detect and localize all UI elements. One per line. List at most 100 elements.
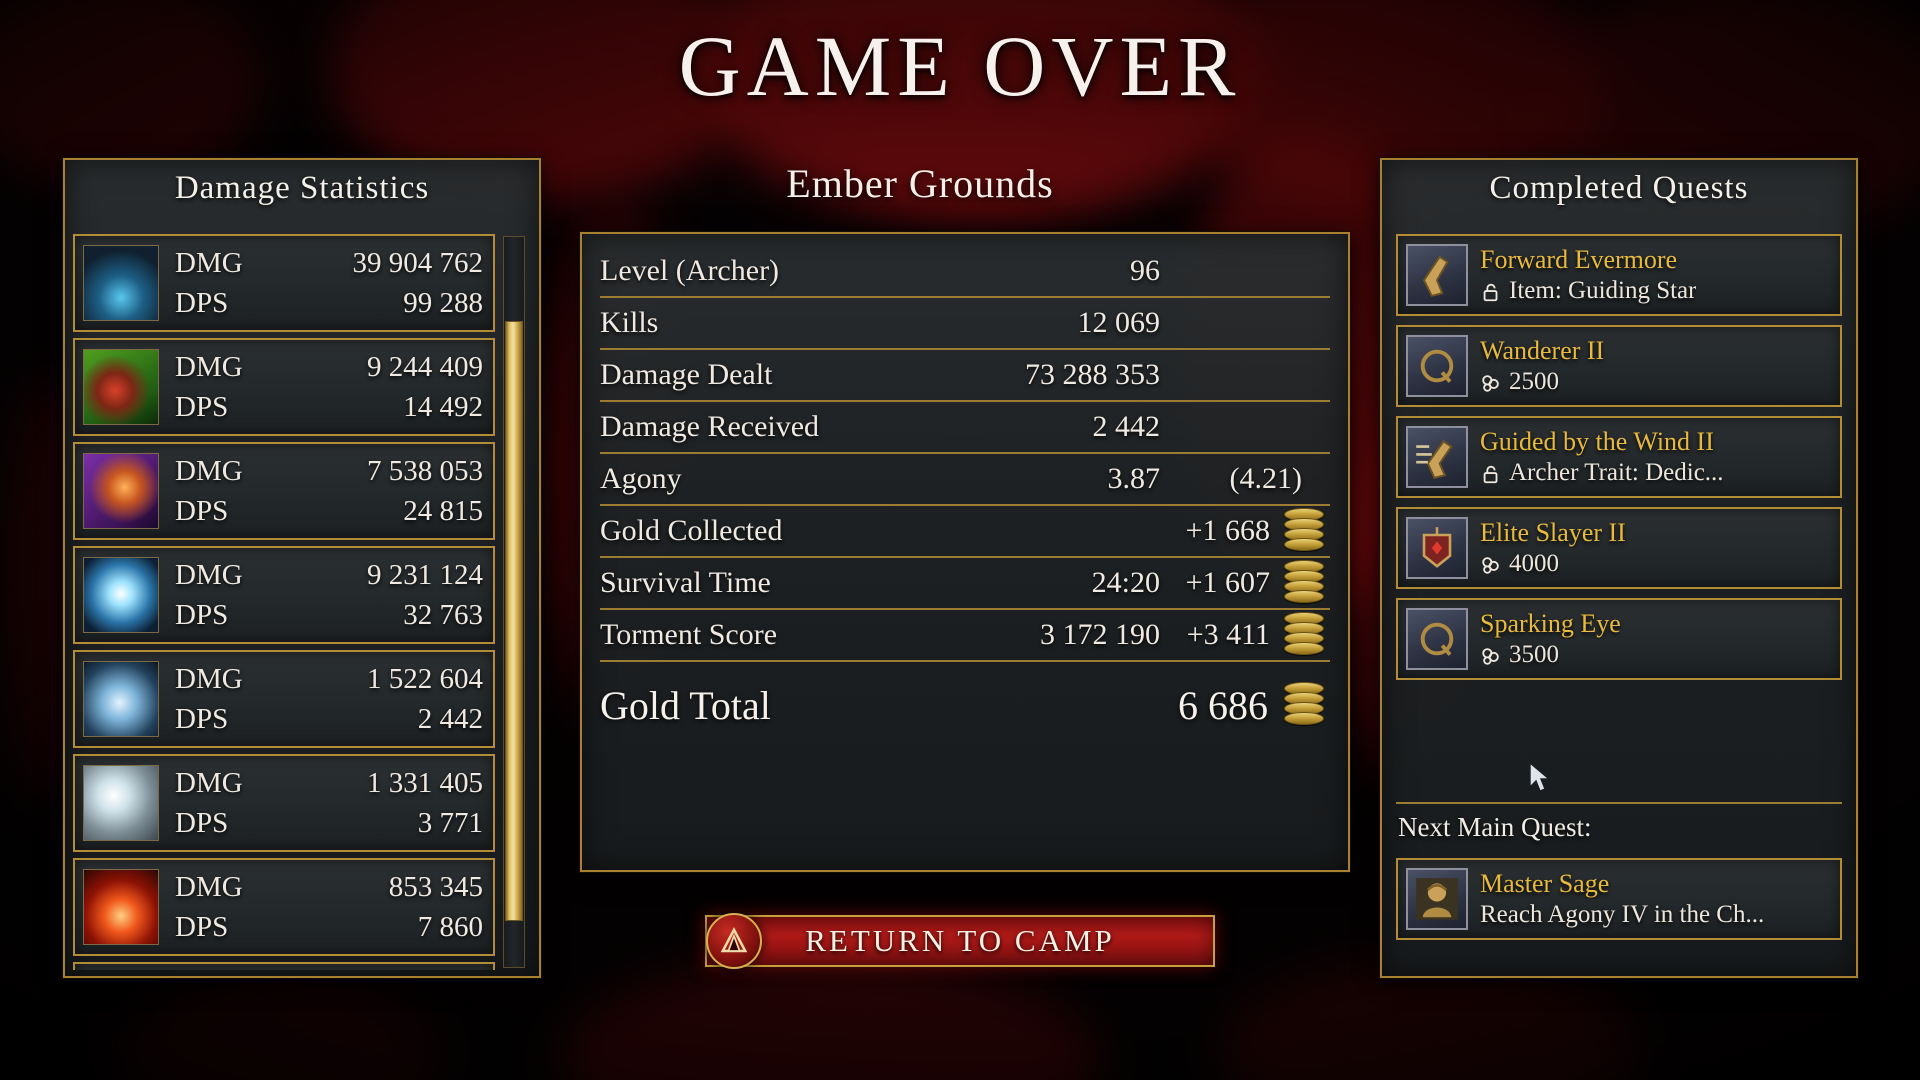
completed-quests-title: Completed Quests	[1489, 170, 1749, 206]
summary-row: Gold Collected +1 668	[600, 506, 1330, 558]
damage-row[interactable]: DMG DPS 853 345 7 860	[73, 858, 495, 956]
summary-row-value: 2 442	[1092, 410, 1161, 443]
run-summary-rows: Level (Archer) 96 Kills 12 069 Damage Dealt 7…	[600, 246, 1330, 742]
quest-text: Wanderer II 2500	[1480, 335, 1832, 398]
dps-value: 2 442	[417, 703, 483, 735]
quest-row[interactable]: Forward Evermore Item: Guiding Star	[1396, 234, 1842, 316]
quest-reward: 2500	[1480, 366, 1832, 397]
damage-row-labels: DMG DPS	[175, 347, 243, 427]
dmg-value: 9 244 409	[367, 350, 483, 383]
summary-row-gold-bonus: +3 411	[1186, 618, 1270, 651]
damage-row-labels: DMG DPS	[175, 243, 243, 323]
unlock-icon	[1480, 462, 1502, 484]
damage-row-values: 9 244 409 14 492	[367, 347, 483, 427]
summary-row: Torment Score 3 172 190 +3 411	[600, 610, 1330, 662]
return-to-camp-label: RETURN TO CAMP	[805, 923, 1115, 958]
damage-row[interactable]: DMG DPS 9 231 124 32 763	[73, 546, 495, 644]
dmg-value: 39 904 762	[352, 246, 484, 279]
dmg-value: 853 345	[388, 870, 483, 903]
quest-q-icon	[1406, 608, 1468, 670]
dmg-value: 1 331 405	[367, 766, 483, 799]
quest-row[interactable]: Sparking Eye 3500	[1396, 598, 1842, 680]
quest-reward-text: 3500	[1509, 641, 1559, 669]
damage-row-labels: DMG DPS	[175, 451, 243, 531]
page-title: GAME OVER	[678, 18, 1242, 114]
coins-icon	[1480, 644, 1502, 666]
damage-row-labels: DMG DPS	[175, 555, 243, 635]
summary-row-value: 12 069	[1077, 306, 1161, 339]
quest-text: Elite Slayer II 4000	[1480, 517, 1832, 580]
quest-name: Elite Slayer II	[1480, 517, 1626, 547]
next-main-quest-label: Next Main Quest:	[1398, 812, 1592, 842]
coins-icon	[1480, 553, 1502, 575]
dps-value: 99 288	[403, 287, 483, 319]
damage-list-scrollbar-track[interactable]	[503, 236, 525, 968]
summary-row: Kills 12 069	[600, 298, 1330, 350]
summary-row: Survival Time 24:20 +1 607	[600, 558, 1330, 610]
quest-reward-text: 2500	[1509, 368, 1559, 396]
damage-row-values: 853 345 7 860	[389, 867, 483, 947]
dps-label: DPS	[175, 599, 229, 631]
gold-total-label: Gold Total	[600, 682, 771, 728]
damage-row[interactable]: DMG DPS 1 522 604 2 442	[73, 650, 495, 748]
dmg-value: 1 522 604	[367, 662, 483, 695]
summary-row-value: 24:20	[1091, 566, 1160, 599]
damage-row[interactable]: DMG DPS 9 244 409 14 492	[73, 338, 495, 436]
ice-shards-icon	[83, 661, 159, 737]
dps-value: 24 815	[403, 495, 483, 527]
next-quest-description: Reach Agony IV in the Ch...	[1480, 901, 1765, 929]
lightning-roots-icon	[83, 245, 159, 321]
summary-row: Damage Received 2 442	[600, 402, 1330, 454]
damage-row-values: 9 231 124 32 763	[367, 555, 483, 635]
dmg-label: DMG	[175, 246, 243, 279]
damage-row-values: 39 904 762 99 288	[353, 243, 484, 323]
dmg-label: DMG	[175, 766, 243, 799]
summary-row-gold-bonus: +1 607	[1185, 566, 1270, 599]
banner-icon	[1406, 517, 1468, 579]
quest-name: Guided by the Wind II	[1480, 426, 1714, 456]
summary-row-value: 96	[1130, 254, 1160, 287]
next-main-quest-row[interactable]: Master Sage Reach Agony IV in the Ch...	[1396, 858, 1842, 940]
damage-statistics-panel: Damage Statistics DMG DPS 39 904 762 99 288…	[63, 158, 541, 978]
summary-row-label: Gold Collected	[600, 514, 783, 547]
dps-value: 3 771	[417, 807, 483, 839]
next-quest-name: Master Sage	[1480, 868, 1610, 898]
dmg-label: DMG	[175, 454, 243, 487]
return-to-camp-button[interactable]: RETURN TO CAMP	[705, 915, 1215, 967]
dps-label: DPS	[175, 807, 229, 839]
flame-spirit-icon	[83, 869, 159, 945]
damage-row-values: 7 538 053 24 815	[367, 451, 483, 531]
quest-text: Sparking Eye 3500	[1480, 608, 1832, 671]
quest-row[interactable]: Elite Slayer II 4000	[1396, 507, 1842, 589]
next-quest-divider	[1396, 802, 1842, 804]
gold-total-value: 6 686	[1178, 682, 1268, 728]
damage-row-labels: DMG DPS	[175, 659, 243, 739]
summary-row-label: Agony	[600, 462, 682, 495]
damage-row[interactable]: DMG DPS 7 538 053 24 815	[73, 442, 495, 540]
dmg-label: DMG	[175, 350, 243, 383]
summary-row-label: Damage Received	[600, 410, 820, 443]
damage-list-scrollbar-thumb[interactable]	[505, 321, 523, 921]
gold-coin-icon	[1284, 612, 1324, 658]
bow-arrow-icon	[83, 349, 159, 425]
dps-label: DPS	[175, 391, 229, 423]
summary-row-value: 3 172 190	[1040, 618, 1160, 651]
quest-reward: Archer Trait: Dedic...	[1480, 457, 1832, 488]
gold-coin-icon	[1284, 508, 1324, 554]
summary-row: Agony 3.87 (4.21)	[600, 454, 1330, 506]
damage-row[interactable]: DMGDPS2 662 651	[73, 962, 495, 970]
unlock-icon	[1480, 280, 1502, 302]
dmg-value: 9 231 124	[367, 558, 483, 591]
dmg-label: DMG	[175, 662, 243, 695]
summary-row: Damage Dealt 73 288 353	[600, 350, 1330, 402]
quest-name: Forward Evermore	[1480, 244, 1678, 274]
summary-row: Level (Archer) 96	[600, 246, 1330, 298]
damage-statistics-title: Damage Statistics	[174, 170, 430, 206]
quest-row[interactable]: Guided by the Wind II Archer Trait: Dedic…	[1396, 416, 1842, 498]
summary-row-label: Damage Dealt	[600, 358, 773, 391]
wind-boot-icon	[1406, 426, 1468, 488]
quest-row[interactable]: Wanderer II 2500	[1396, 325, 1842, 407]
dmg-label: DMG	[175, 558, 243, 591]
damage-row[interactable]: DMG DPS 1 331 405 3 771	[73, 754, 495, 852]
damage-row[interactable]: DMG DPS 39 904 762 99 288	[73, 234, 495, 332]
